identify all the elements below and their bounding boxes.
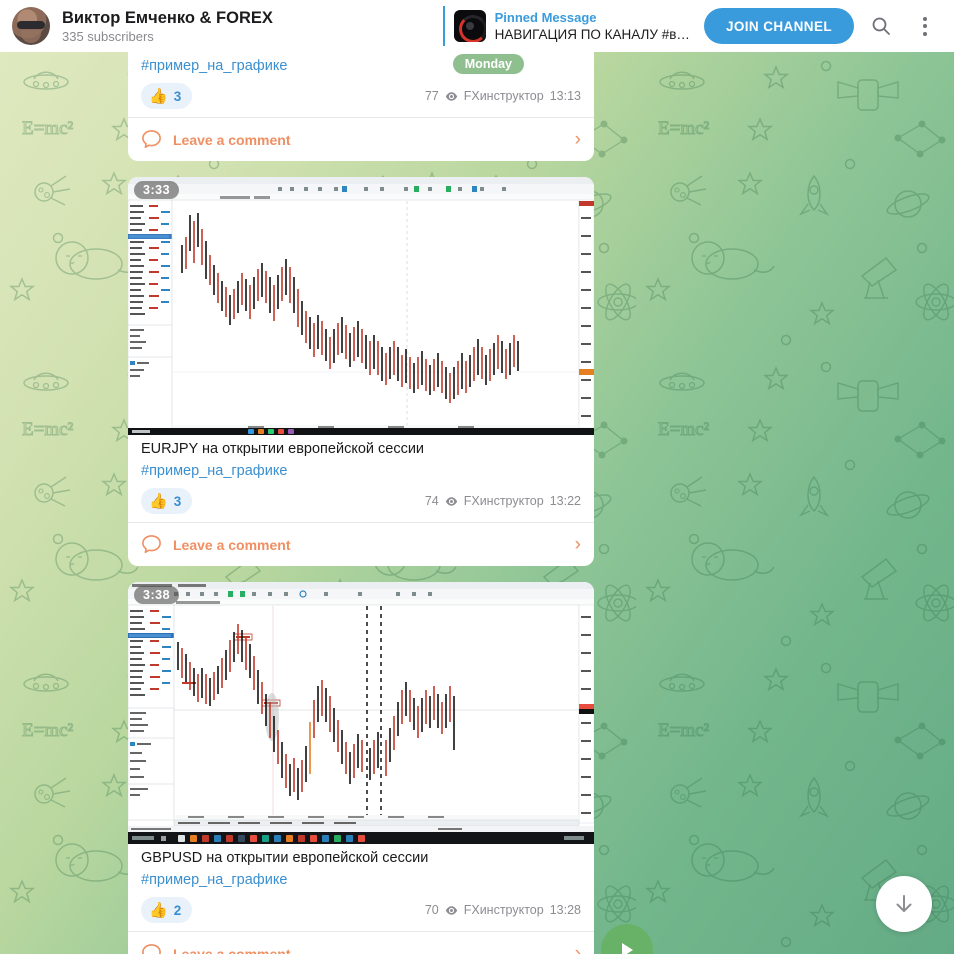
eye-icon — [445, 91, 457, 101]
reaction-count: 3 — [173, 88, 182, 104]
video-duration-badge: 3:38 — [134, 586, 180, 604]
message-time: 13:22 — [549, 494, 581, 508]
reaction-pill[interactable]: 👍 2 — [141, 897, 193, 923]
chevron-right-icon: › — [574, 943, 581, 954]
view-count: 74 — [424, 494, 439, 508]
message-list: #пример_на_графике Monday 👍 3 77 FXинстр… — [128, 52, 594, 954]
pinned-text-wrap: Pinned Message НАВИГАЦИЯ ПО КАНАЛУ #в… — [495, 10, 690, 43]
thumbs-up-icon: 👍 — [149, 87, 168, 105]
scroll-to-bottom-button[interactable] — [876, 876, 932, 932]
pinned-thumbnail-icon — [453, 10, 486, 42]
message-stats: 74 FXинструктор 13:22 — [425, 494, 581, 508]
leave-comment-label: Leave a comment — [173, 945, 291, 954]
caption-title: EURJPY на открытии европейской сессии — [141, 441, 425, 457]
author-signature: FXинструктор — [463, 494, 544, 508]
channel-info[interactable]: Виктор Емченко & FOREX 335 subscribers — [62, 8, 273, 45]
comment-bubble-icon — [142, 130, 161, 149]
eye-icon — [445, 496, 457, 506]
message-caption: EURJPY на открытии европейской сессии #п… — [128, 435, 594, 482]
search-icon[interactable] — [864, 9, 898, 43]
chart-media[interactable]: 3:33 — [128, 177, 594, 435]
message-bubble[interactable]: 3:38 GBPUSD на открытии европейской сесс… — [128, 582, 594, 954]
video-duration-badge: 3:33 — [134, 181, 180, 199]
chevron-right-icon: › — [574, 129, 581, 150]
message-caption: #пример_на_графике — [128, 52, 594, 77]
vertical-dots — [923, 16, 927, 36]
arrow-down-icon — [896, 895, 912, 912]
channel-header: Виктор Емченко & FOREX 335 subscribers P… — [0, 0, 954, 52]
chart-media[interactable]: 3:38 — [128, 582, 594, 844]
leave-comment-bar[interactable]: Leave a comment › — [128, 931, 594, 954]
eurjpy-chart-screenshot — [128, 177, 594, 435]
author-signature: FXинструктор — [463, 903, 544, 917]
hashtag-link[interactable]: #пример_на_графике — [141, 869, 581, 891]
pinned-message-text: НАВИГАЦИЯ ПО КАНАЛУ #в… — [494, 26, 690, 42]
play-icon — [622, 943, 633, 954]
reaction-pill[interactable]: 👍 3 — [141, 488, 193, 514]
subscriber-count: 335 subscribers — [62, 28, 154, 44]
view-count: 70 — [424, 903, 439, 917]
page-title: Виктор Емченко & FOREX — [62, 8, 273, 27]
chevron-right-icon: › — [574, 534, 581, 555]
avatar[interactable] — [12, 7, 50, 45]
hashtag-link[interactable]: #пример_на_графике — [141, 460, 581, 482]
gbpusd-chart-screenshot — [128, 582, 594, 844]
leave-comment-bar[interactable]: Leave a comment › — [128, 522, 594, 566]
leave-comment-bar[interactable]: Leave a comment › — [128, 117, 594, 161]
pinned-message-label: Pinned Message — [494, 9, 597, 25]
message-bubble[interactable]: #пример_на_графике Monday 👍 3 77 FXинстр… — [128, 52, 594, 161]
leave-comment-label: Leave a comment — [173, 536, 291, 553]
reaction-count: 2 — [173, 902, 182, 918]
message-meta-row: 👍 3 74 FXинструктор 13:22 — [128, 482, 594, 522]
message-meta-row: Monday 👍 3 77 FXинструктор 13:13 — [128, 54, 594, 117]
pinned-message[interactable]: Pinned Message НАВИГАЦИЯ ПО КАНАЛУ #в… — [442, 6, 690, 46]
caption-title: GBPUSD на открытии европейской сессии — [141, 850, 429, 866]
more-options-icon[interactable] — [908, 9, 942, 43]
reaction-count: 3 — [173, 493, 182, 509]
comment-bubble-icon — [142, 944, 161, 954]
reaction-pill[interactable]: 👍 3 — [141, 83, 193, 109]
comment-bubble-icon — [142, 535, 161, 554]
author-signature: FXинструктор — [463, 89, 544, 103]
message-stats: 77 FXинструктор 13:13 — [425, 89, 581, 103]
message-bubble[interactable]: 3:33 EURJPY на открытии европейской сесс… — [128, 177, 594, 566]
message-stats: 70 FXинструктор 13:28 — [425, 903, 581, 917]
message-time: 13:28 — [549, 903, 581, 917]
message-time: 13:13 — [549, 89, 581, 103]
view-count: 77 — [424, 89, 439, 103]
date-badge: Monday — [452, 54, 524, 74]
eye-icon — [445, 905, 457, 915]
message-caption: GBPUSD на открытии европейской сессии #п… — [128, 844, 594, 891]
message-meta-row: 👍 2 70 FXинструктор 13:28 — [128, 891, 594, 931]
leave-comment-label: Leave a comment — [173, 131, 291, 148]
thumbs-up-icon: 👍 — [149, 492, 168, 510]
join-channel-button[interactable]: JOIN CHANNEL — [703, 8, 854, 44]
thumbs-up-icon: 👍 — [149, 901, 168, 919]
